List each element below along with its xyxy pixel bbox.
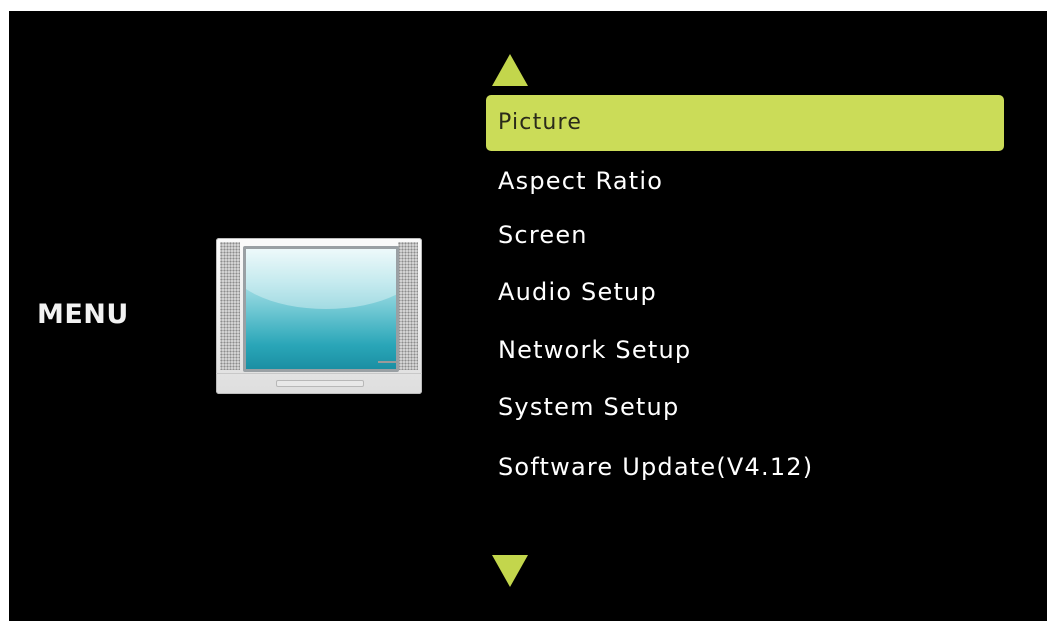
tv-slot: [276, 380, 364, 387]
menu-item-audio-setup[interactable]: Audio Setup: [486, 264, 1004, 320]
tv-screen: [243, 246, 399, 372]
tv-brand-mark: [378, 361, 398, 363]
menu-item-software-update[interactable]: Software Update(V4.12): [486, 439, 1004, 495]
arrow-down-icon[interactable]: [492, 555, 528, 587]
tv-base: [216, 361, 422, 394]
tv-speaker-right: [398, 242, 418, 370]
arrow-up-icon[interactable]: [492, 54, 528, 86]
menu-item-screen[interactable]: Screen: [486, 207, 1004, 263]
menu-item-system-setup[interactable]: System Setup: [486, 379, 1004, 435]
menu-item-picture[interactable]: Picture: [486, 95, 1004, 151]
menu-screen: MENU Picture Aspect Ratio Screen Audio S…: [9, 11, 1047, 621]
menu-title: MENU: [37, 299, 129, 330]
menu-item-aspect-ratio[interactable]: Aspect Ratio: [486, 153, 1004, 209]
tv-icon: [216, 238, 422, 394]
tv-speaker-left: [220, 242, 240, 370]
menu-item-network-setup[interactable]: Network Setup: [486, 322, 1004, 378]
